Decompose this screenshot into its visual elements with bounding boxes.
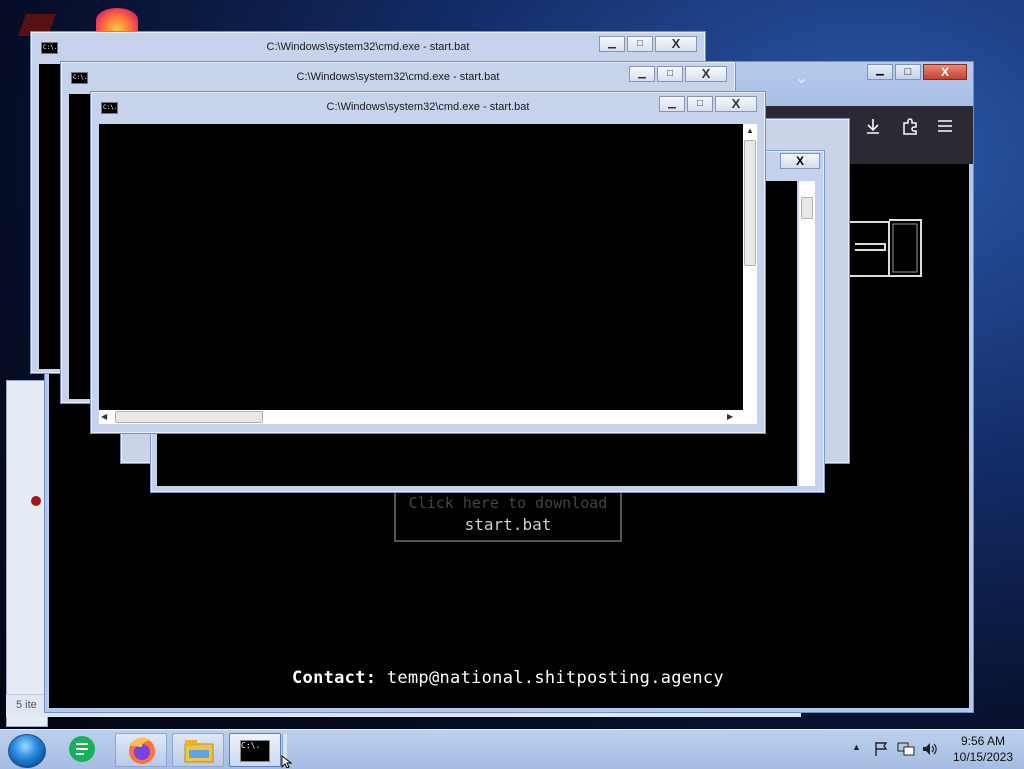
taskbar: C:\. ▲ 9:56 AM 10/15/2023 — [0, 729, 1024, 769]
cmd-window-3-vscroll[interactable]: ▲ — [743, 124, 757, 410]
volume-icon[interactable] — [921, 741, 939, 757]
cmd-window-3-hscroll-thumb[interactable] — [115, 411, 263, 423]
tab-list-chevron[interactable]: ⌄ — [795, 68, 808, 88]
mouse-cursor-icon — [281, 755, 293, 768]
file-explorer-icon — [184, 740, 214, 763]
firefox-taskbar-button[interactable] — [115, 733, 167, 767]
contact-label: Contact: — [292, 668, 377, 688]
scroll-left-arrow-icon[interactable]: ◀ — [101, 412, 107, 421]
download-button[interactable]: Click here to download start.bat — [394, 490, 622, 542]
google-sheets-icon[interactable] — [68, 734, 96, 764]
browser-close-button[interactable]: X — [923, 64, 967, 80]
start-button[interactable] — [8, 734, 46, 768]
cmd-app-icon: C:\. — [71, 72, 88, 84]
show-hidden-icons-icon[interactable]: ▲ — [852, 742, 861, 752]
action-center-flag-icon[interactable] — [874, 741, 888, 757]
browser-maximize-button[interactable]: □ — [895, 64, 921, 80]
cmd-window-1-title: C:\Windows\system32\cmd.exe - start.bat — [266, 41, 470, 53]
cmd-window-mid-vscroll-thumb[interactable] — [801, 197, 813, 219]
download-line-1: Click here to download — [408, 494, 608, 512]
minimize-button[interactable]: ▁ — [629, 66, 655, 82]
cmd-window-mid-vscroll[interactable] — [799, 181, 815, 486]
cmd-window-2-controls: ▁ □ X — [627, 66, 727, 82]
minimize-button[interactable]: ▁ — [659, 96, 685, 112]
clock-date: 10/15/2023 — [952, 750, 1014, 764]
cmd-window-mid-close[interactable]: X — [780, 153, 820, 169]
close-button[interactable]: X — [715, 96, 757, 112]
cmd-app-icon: C:\. — [101, 102, 118, 114]
clock-time: 9:56 AM — [960, 734, 1006, 748]
contact-email[interactable]: temp@national.shitposting.agency — [387, 668, 724, 688]
background-explorer-window — [6, 380, 48, 727]
contact-line: Contact: temp@national.shitposting.agenc… — [292, 668, 724, 688]
cmd-window-3-vscroll-thumb[interactable] — [744, 140, 756, 266]
browser-minimize-button[interactable]: ▁ — [867, 64, 893, 80]
cmd-window-3-console — [99, 124, 743, 410]
menu-icon[interactable] — [937, 119, 953, 133]
download-line-2: start.bat — [464, 515, 552, 534]
cmd-icon: C:\. — [240, 740, 270, 762]
explorer-status-text: 5 ite — [16, 699, 37, 711]
cmd-window-3-titlebar[interactable]: C:\. C:\Windows\system32\cmd.exe - start… — [91, 92, 765, 120]
extensions-icon[interactable] — [901, 117, 919, 135]
firefox-icon — [129, 737, 155, 764]
minimize-button[interactable]: ▁ — [599, 36, 625, 52]
cmd-window-3-controls: ▁ □ X — [657, 96, 757, 112]
maximize-button[interactable]: □ — [627, 36, 653, 52]
cmd-window-1-controls: ▁ □ X — [597, 36, 697, 52]
cmd-window-2-titlebar[interactable]: C:\. C:\Windows\system32\cmd.exe - start… — [61, 62, 735, 90]
cmd-window-3-hscroll[interactable]: ◀ ▶ — [99, 410, 757, 424]
clock[interactable]: 9:56 AM 10/15/2023 — [948, 730, 1018, 769]
cmd-window-3: C:\. C:\Windows\system32\cmd.exe - start… — [90, 91, 766, 434]
maximize-button[interactable]: □ — [687, 96, 713, 112]
file-explorer-taskbar-button[interactable] — [172, 733, 224, 767]
scroll-up-arrow-icon[interactable]: ▲ — [746, 126, 754, 135]
close-button[interactable]: X — [655, 36, 697, 52]
cmd-app-icon: C:\. — [41, 42, 58, 54]
cmd-window-3-title: C:\Windows\system32\cmd.exe - start.bat — [326, 101, 530, 113]
maximize-button[interactable]: □ — [657, 66, 683, 82]
scroll-right-arrow-icon[interactable]: ▶ — [727, 412, 733, 421]
browser-window-controls: ▁ □ X — [865, 64, 967, 80]
red-dot — [31, 496, 41, 506]
firefox-desktop-icon[interactable] — [96, 8, 138, 32]
network-icon[interactable] — [897, 741, 915, 757]
download-icon[interactable] — [864, 117, 882, 135]
cmd-window-2-title: C:\Windows\system32\cmd.exe - start.bat — [296, 71, 500, 83]
cmd-taskbar-button[interactable]: C:\. — [229, 733, 281, 767]
close-button[interactable]: X — [685, 66, 727, 82]
cmd-window-1-titlebar[interactable]: C:\. C:\Windows\system32\cmd.exe - start… — [31, 32, 705, 60]
ascii-art-fragment — [849, 219, 922, 277]
